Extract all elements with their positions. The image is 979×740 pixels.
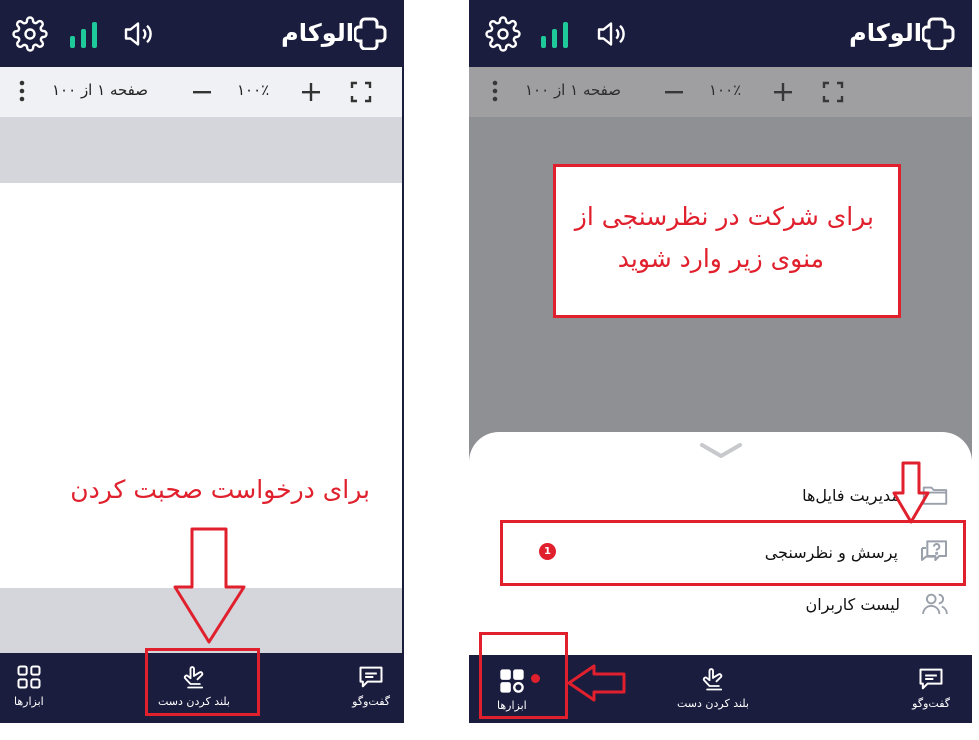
- gear-icon[interactable]: [485, 16, 521, 52]
- left-arrow-annotation: [567, 664, 626, 702]
- nav-chat[interactable]: گفت‌وگو: [912, 665, 950, 710]
- zoom-in-icon[interactable]: [299, 80, 323, 108]
- menu-label-user-list: لیست کاربران: [805, 594, 900, 614]
- nav-chat-label: گفت‌وگو: [912, 697, 950, 710]
- app-logo: الوکام: [281, 16, 388, 50]
- chat-icon: [919, 668, 943, 690]
- users-icon: [922, 593, 948, 615]
- app-logo: الوکام: [849, 16, 956, 50]
- app-name: الوکام: [281, 19, 354, 47]
- pdf-toolbar: صفحه ۱ از ۱۰۰ ۱۰۰٪: [0, 67, 402, 117]
- annotation-box: برای شرکت در نظرسنجی از منوی زیر وارد شو…: [553, 164, 901, 318]
- speaker-icon[interactable]: [120, 16, 156, 52]
- chevron-down-icon[interactable]: [699, 442, 743, 464]
- page-indicator: صفحه ۱ از ۱۰۰: [52, 81, 149, 99]
- phone-screen-left: الوکام صفحه ۱ از ۱۰۰ ۱۰۰٪ برای درخواست ص…: [0, 0, 404, 723]
- speaker-icon[interactable]: [593, 16, 629, 52]
- nav-tools-label: ابزارها: [14, 695, 44, 708]
- phone-screen-right: الوکام صفحه ۱ از ۱۰۰ ۱۰۰٪ برای شرکت در ن…: [469, 0, 972, 723]
- annotation-line-2: منوی زیر وارد شوید: [617, 244, 824, 273]
- app-name: الوکام: [849, 19, 922, 47]
- zoom-out-icon[interactable]: [190, 80, 214, 108]
- signal-strength-icon: [537, 16, 573, 52]
- top-bar: الوکام: [0, 0, 402, 67]
- highlight-raise-hand: [145, 648, 260, 716]
- tools-grid-icon: [17, 665, 41, 689]
- document-margin-top: [0, 117, 402, 183]
- down-arrow-annotation: [892, 461, 930, 524]
- annotation-text: برای درخواست صحبت کردن: [70, 475, 370, 504]
- nav-chat-label: گفت‌وگو: [352, 695, 390, 708]
- annotation-line-1: برای شرکت در نظرسنجی از: [574, 202, 874, 231]
- highlight-qa-poll: [500, 520, 966, 586]
- highlight-tools: [479, 632, 568, 719]
- nav-tools[interactable]: ابزارها: [14, 663, 44, 708]
- logo-mark-icon: [354, 17, 387, 50]
- gear-icon[interactable]: [12, 16, 48, 52]
- menu-label-file-management: مدیریت فایل‌ها: [802, 485, 900, 505]
- menu-item-user-list[interactable]: لیست کاربران: [806, 589, 950, 619]
- zoom-level: ۱۰۰٪: [237, 81, 270, 99]
- more-options-icon[interactable]: [14, 79, 30, 107]
- raise-hand-icon: [702, 668, 723, 691]
- signal-strength-icon: [66, 16, 102, 52]
- logo-mark-icon: [922, 17, 955, 50]
- nav-raise-hand[interactable]: بلند کردن دست: [677, 665, 749, 710]
- nav-raise-hand-label: بلند کردن دست: [677, 697, 749, 710]
- nav-chat[interactable]: گفت‌وگو: [352, 663, 390, 708]
- fullscreen-icon[interactable]: [349, 80, 373, 108]
- down-arrow-annotation: [173, 527, 246, 644]
- top-bar: الوکام: [469, 0, 972, 67]
- chat-icon: [359, 666, 383, 688]
